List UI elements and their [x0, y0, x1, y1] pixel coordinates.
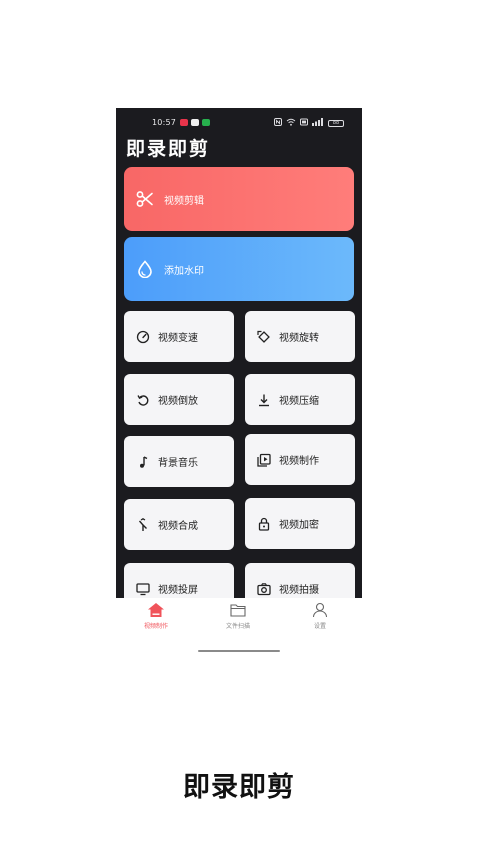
video-reverse-label: 视频倒放	[158, 396, 198, 407]
signal-icon	[312, 118, 324, 128]
scissors-icon	[136, 190, 154, 208]
video-compress-button[interactable]: 视频压缩	[245, 374, 355, 425]
status-bar: 10:57 88	[116, 116, 362, 130]
video-cast-button[interactable]: 视频投屏	[124, 563, 234, 598]
merge-icon	[136, 517, 150, 532]
video-encrypt-button[interactable]: 视频加密	[245, 498, 355, 549]
notification-icon-red	[180, 119, 188, 126]
user-icon	[290, 602, 350, 618]
video-cast-label: 视频投屏	[158, 585, 198, 596]
add-watermark-label: 添加水印	[164, 265, 204, 277]
video-merge-button[interactable]: 视频合成	[124, 499, 234, 550]
undo-icon	[136, 393, 150, 407]
video-rotate-button[interactable]: 视频旋转	[245, 311, 355, 362]
wifi-icon	[286, 118, 296, 128]
tab-settings[interactable]: 设置	[290, 602, 350, 630]
music-note-icon	[136, 455, 150, 469]
home-indicator[interactable]	[198, 650, 280, 652]
battery-indicator: 88	[328, 119, 344, 127]
video-merge-label: 视频合成	[158, 521, 198, 532]
tab-file-scan[interactable]: 文件扫描	[208, 602, 268, 630]
video-make-button[interactable]: 视频制作	[245, 434, 355, 485]
home-icon	[126, 602, 186, 618]
add-watermark-button[interactable]: 添加水印	[124, 237, 354, 301]
droplet-icon	[136, 260, 154, 278]
video-library-icon	[257, 453, 271, 467]
tab-file-scan-label: 文件扫描	[225, 623, 250, 630]
sim-icon	[300, 118, 308, 128]
nfc-icon	[274, 118, 282, 128]
video-encrypt-label: 视频加密	[279, 520, 319, 531]
camera-icon	[257, 582, 271, 596]
lock-icon	[257, 517, 271, 531]
rotate-icon	[257, 330, 271, 344]
phone-screen: 10:57 88 即录即剪 视频剪辑 添加水印 视频变速 视频旋转 视频倒放 视…	[116, 108, 362, 598]
download-icon	[257, 393, 271, 407]
monitor-icon	[136, 582, 150, 596]
video-compress-label: 视频压缩	[279, 396, 319, 407]
video-edit-button[interactable]: 视频剪辑	[124, 167, 354, 231]
status-time: 10:57	[152, 118, 177, 127]
page: 10:57 88 即录即剪 视频剪辑 添加水印 视频变速 视频旋转 视频倒放 视…	[0, 0, 478, 850]
tab-video-make[interactable]: 视频制作	[126, 602, 186, 630]
video-edit-label: 视频剪辑	[164, 195, 204, 207]
tab-video-make-label: 视频制作	[143, 623, 168, 630]
video-rotate-label: 视频旋转	[279, 333, 319, 344]
video-shoot-button[interactable]: 视频拍摄	[245, 563, 355, 598]
caption-title: 即录即剪	[183, 772, 295, 803]
video-reverse-button[interactable]: 视频倒放	[124, 374, 234, 425]
app-title: 即录即剪	[126, 138, 211, 160]
bottom-tab-bar: 视频制作 文件扫描 设置	[116, 598, 362, 634]
video-shoot-label: 视频拍摄	[279, 585, 319, 596]
video-speed-label: 视频变速	[158, 333, 198, 344]
video-speed-button[interactable]: 视频变速	[124, 311, 234, 362]
video-make-label: 视频制作	[279, 456, 319, 467]
speedometer-icon	[136, 330, 150, 344]
status-right-icons: 88	[274, 118, 344, 128]
notification-icon-green	[202, 119, 210, 126]
notification-icon-white	[191, 119, 199, 126]
folder-icon	[208, 602, 268, 618]
tab-settings-label: 设置	[313, 623, 326, 630]
background-music-label: 背景音乐	[158, 458, 198, 469]
background-music-button[interactable]: 背景音乐	[124, 436, 234, 487]
